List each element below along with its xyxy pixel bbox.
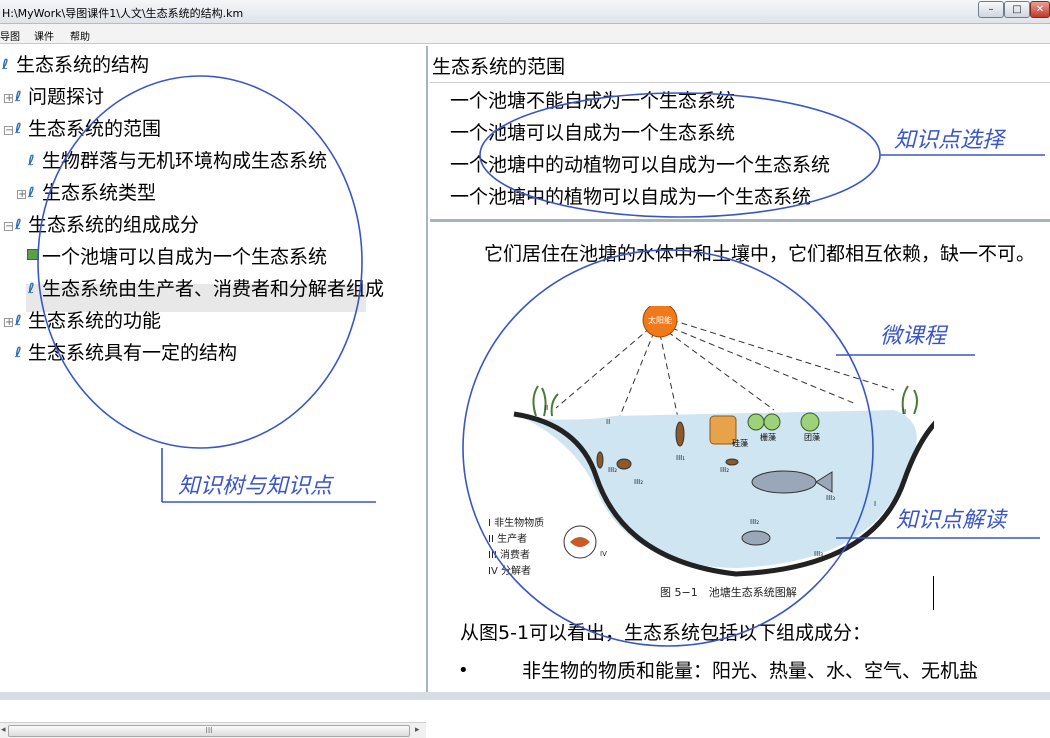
- svg-text:II: II: [606, 418, 610, 426]
- scroll-right-icon[interactable]: ▸: [415, 725, 420, 735]
- figure-caption: 图 5−1 池塘生态系统图解: [660, 586, 797, 599]
- title-bar: H:\MyWork\导图课件1\人文\生态系统的结构.km – □ ✕: [0, 0, 1050, 24]
- leaf-icon: ℓ: [15, 313, 22, 329]
- close-button[interactable]: ✕: [1030, 1, 1050, 18]
- bullet-text: 非生物的物质和能量：阳光、热量、水、空气、无机盐: [522, 660, 979, 682]
- tree-node-producers[interactable]: 生态系统由生产者、消费者和分解者组成: [42, 276, 384, 302]
- scroll-thumb[interactable]: III: [8, 725, 410, 737]
- expand-icon[interactable]: +: [4, 318, 13, 328]
- figure-label: 栅藻: [760, 432, 776, 442]
- tree-node-function[interactable]: 生态系统的功能: [28, 308, 161, 334]
- figure-legend: I 非生物物质 II 生产者 III 消费者 IV 分解者: [488, 516, 544, 580]
- leaf-icon: ℓ: [15, 89, 22, 105]
- content-paragraph: 它们居住在池塘的水体中和土壤中，它们都相互依赖，缺一不可。: [484, 243, 1036, 265]
- svg-text:III₃: III₃: [826, 494, 835, 502]
- menu-item-mindmap[interactable]: 导图: [0, 28, 20, 43]
- leaf-icon: ℓ: [15, 217, 22, 233]
- tree-node-scope[interactable]: 生态系统的范围: [28, 116, 161, 142]
- annotation-label-choice: 知识点选择: [894, 128, 1005, 153]
- sun-rays: [555, 319, 895, 419]
- text-cursor: [933, 576, 934, 610]
- tree-node-pond-selected[interactable]: 一个池塘可以自成为一个生态系统: [42, 244, 327, 270]
- legend-item: IV 分解者: [488, 566, 531, 577]
- tree-node-structure[interactable]: 生态系统具有一定的结构: [28, 340, 237, 366]
- status-strip: [0, 692, 1050, 700]
- svg-text:I: I: [874, 500, 876, 508]
- svg-text:II: II: [544, 404, 548, 412]
- tree-node-community[interactable]: 生物群落与无机环境构成生态系统: [42, 148, 327, 174]
- menu-bar: 导图 课件 帮助: [0, 24, 1050, 44]
- minimize-button[interactable]: –: [978, 1, 1004, 18]
- leaf-icon: ℓ: [28, 185, 35, 201]
- sun-label: 太阳能: [648, 315, 672, 325]
- option-item[interactable]: 一个池塘不能自成为一个生态系统: [450, 86, 735, 113]
- leaf-icon: ℓ: [15, 121, 22, 137]
- maximize-button[interactable]: □: [1004, 1, 1030, 18]
- svg-text:III₂: III₂: [750, 518, 759, 526]
- image-node-icon: [27, 249, 39, 260]
- leaf-icon: ℓ: [2, 57, 9, 73]
- window-title: H:\MyWork\导图课件1\人文\生态系统的结构.km: [2, 7, 244, 20]
- svg-text:IV: IV: [600, 550, 607, 558]
- figure-label: 团藻: [804, 432, 820, 442]
- menu-item-courseware[interactable]: 课件: [34, 28, 54, 43]
- collapse-icon[interactable]: −: [4, 222, 13, 232]
- tree-node-root[interactable]: 生态系统的结构: [16, 52, 149, 78]
- expand-icon[interactable]: +: [4, 94, 13, 104]
- leaf-icon: ℓ: [28, 153, 35, 169]
- leaf-icon: ℓ: [15, 345, 22, 361]
- option-item[interactable]: 一个池塘可以自成为一个生态系统: [450, 118, 735, 145]
- option-item[interactable]: 一个池塘中的动植物可以自成为一个生态系统: [450, 150, 830, 177]
- content-pane: 它们居住在池塘的水体中和土壤中，它们都相互依赖，缺一不可。 太阳能 硅藻 栅藻 …: [430, 226, 1050, 692]
- bullet-icon: •: [458, 660, 469, 681]
- tree-node-components[interactable]: 生态系统的组成成分: [28, 212, 199, 238]
- collapse-icon[interactable]: −: [4, 126, 13, 136]
- expand-icon[interactable]: +: [17, 190, 26, 200]
- annotation-label-tree: 知识树与知识点: [178, 474, 333, 499]
- svg-text:III₂: III₂: [634, 478, 643, 486]
- legend-item: III 消费者: [488, 550, 531, 561]
- horizontal-scrollbar[interactable]: ◂ III ▸: [0, 722, 426, 738]
- tree-node-question[interactable]: 问题探讨: [28, 84, 104, 110]
- legend-item: II 生产者: [488, 534, 528, 545]
- svg-text:III₁: III₁: [676, 454, 685, 462]
- knowledge-tree-pane: ℓ 生态系统的结构 + ℓ 问题探讨 − ℓ 生态系统的范围 ℓ 生物群落与无机…: [0, 46, 428, 738]
- leaf-icon: ℓ: [28, 281, 35, 297]
- menu-item-help[interactable]: 帮助: [70, 28, 90, 43]
- svg-text:III₂: III₂: [720, 466, 729, 474]
- annotation-label-reading: 知识点解读: [896, 508, 1007, 533]
- scroll-left-icon[interactable]: ◂: [1, 725, 6, 735]
- content-sentence: 从图5-1可以看出，生态系统包括以下组成成分：: [460, 622, 872, 644]
- divider: [430, 82, 1050, 83]
- legend-item: I 非生物物质: [488, 518, 545, 529]
- tree-node-types[interactable]: 生态系统类型: [42, 180, 156, 206]
- options-title: 生态系统的范围: [432, 56, 566, 78]
- svg-text:III₂: III₂: [608, 466, 617, 474]
- annotation-label-micro: 微课程: [880, 324, 947, 349]
- option-item[interactable]: 一个池塘中的植物可以自成为一个生态系统: [450, 182, 811, 209]
- svg-text:III₃: III₃: [814, 550, 823, 558]
- svg-text:II: II: [902, 408, 906, 416]
- figure-label: 硅藻: [732, 438, 748, 448]
